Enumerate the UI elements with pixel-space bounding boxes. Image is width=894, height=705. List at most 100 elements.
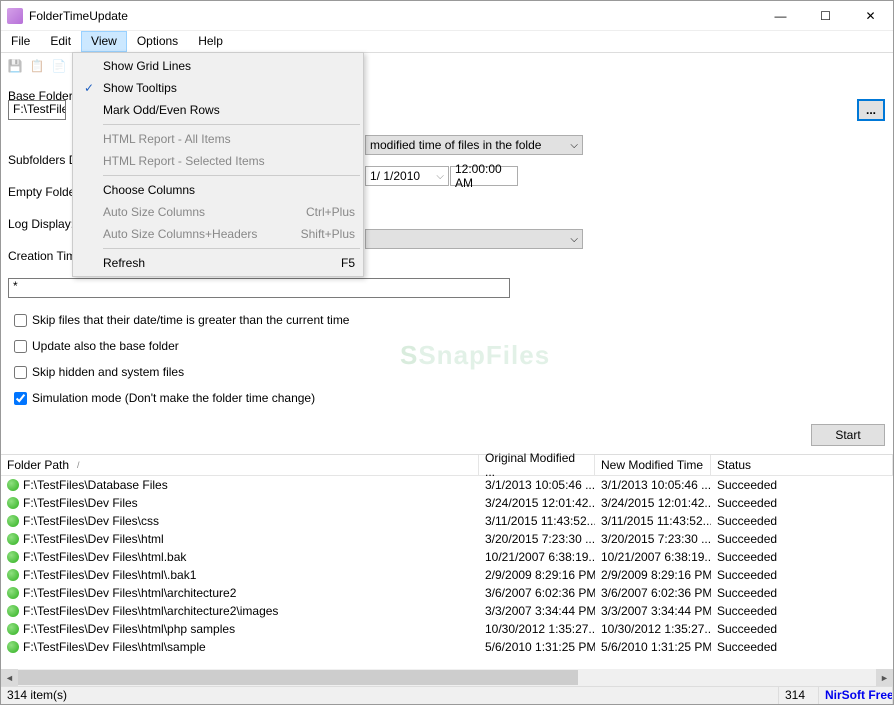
- close-button[interactable]: ✕: [848, 1, 893, 31]
- menu-html-report-selected[interactable]: HTML Report - Selected Items: [75, 150, 361, 172]
- start-button[interactable]: Start: [811, 424, 885, 446]
- skip-hidden-checkbox[interactable]: [14, 366, 27, 379]
- wildcard-input[interactable]: *: [8, 278, 510, 298]
- status-ok-icon: [7, 569, 19, 581]
- cell-original: 3/1/2013 10:05:46 ...: [479, 478, 595, 492]
- menu-view[interactable]: View: [81, 31, 127, 52]
- window-title: FolderTimeUpdate: [29, 9, 758, 23]
- status-item-count: 314 item(s): [1, 687, 779, 704]
- scroll-thumb[interactable]: [18, 670, 578, 685]
- skip-future-label: Skip files that their date/time is great…: [32, 313, 349, 327]
- scroll-left-icon[interactable]: ◄: [1, 669, 18, 686]
- list-row[interactable]: F:\TestFiles\Dev Files\html.bak 10/21/200…: [1, 548, 893, 566]
- status-ok-icon: [7, 641, 19, 653]
- menu-choose-columns[interactable]: Choose Columns: [75, 179, 361, 201]
- titlebar: FolderTimeUpdate — ☐ ✕: [1, 1, 893, 31]
- sort-indicator-icon: /: [77, 460, 80, 470]
- menu-html-report-all[interactable]: HTML Report - All Items: [75, 128, 361, 150]
- menu-auto-size-columns[interactable]: Auto Size ColumnsCtrl+Plus: [75, 201, 361, 223]
- list-row[interactable]: F:\TestFiles\Dev Files\html\architecture…: [1, 584, 893, 602]
- cell-path: F:\TestFiles\Dev Files\html.bak: [1, 550, 479, 564]
- status-ok-icon: [7, 587, 19, 599]
- menu-show-tooltips[interactable]: ✓Show Tooltips: [75, 77, 361, 99]
- status-ok-icon: [7, 497, 19, 509]
- simulation-checkbox[interactable]: [14, 392, 27, 405]
- cell-status: Succeeded: [711, 640, 893, 654]
- save-icon[interactable]: 💾: [5, 56, 25, 76]
- cell-new: 3/11/2015 11:43:52...: [595, 514, 711, 528]
- cell-original: 3/3/2007 3:34:44 PM: [479, 604, 595, 618]
- log-display-label: Log Display:: [8, 217, 74, 231]
- statusbar: 314 item(s) 314 NirSoft Freeware. http: [1, 686, 893, 704]
- maximize-button[interactable]: ☐: [803, 1, 848, 31]
- status-ok-icon: [7, 551, 19, 563]
- menu-auto-size-headers[interactable]: Auto Size Columns+HeadersShift+Plus: [75, 223, 361, 245]
- cell-original: 3/6/2007 6:02:36 PM: [479, 586, 595, 600]
- date-input[interactable]: 1/ 1/2010: [365, 166, 449, 186]
- menu-mark-odd-even[interactable]: Mark Odd/Even Rows: [75, 99, 361, 121]
- list-row[interactable]: F:\TestFiles\Dev Files\html\php samples1…: [1, 620, 893, 638]
- cell-new: 3/6/2007 6:02:36 PM: [595, 586, 711, 600]
- cell-status: Succeeded: [711, 532, 893, 546]
- simulation-label: Simulation mode (Don't make the folder t…: [32, 391, 315, 405]
- set-time-combo[interactable]: modified time of files in the folde: [365, 135, 583, 155]
- header-original-modified[interactable]: Original Modified ...: [479, 455, 595, 475]
- header-new-modified[interactable]: New Modified Time: [595, 455, 711, 475]
- cell-new: 3/20/2015 7:23:30 ...: [595, 532, 711, 546]
- status-link[interactable]: NirSoft Freeware. http: [819, 687, 893, 704]
- cell-status: Succeeded: [711, 586, 893, 600]
- list-row[interactable]: F:\TestFiles\Dev Files3/24/2015 12:01:42…: [1, 494, 893, 512]
- properties-icon[interactable]: 📄: [49, 56, 69, 76]
- cell-path: F:\TestFiles\Dev Files\html\.bak1: [1, 568, 479, 582]
- skip-future-checkbox[interactable]: [14, 314, 27, 327]
- list-row[interactable]: F:\TestFiles\Dev Files\css3/11/2015 11:4…: [1, 512, 893, 530]
- status-ok-icon: [7, 479, 19, 491]
- menu-edit[interactable]: Edit: [40, 31, 81, 52]
- menu-show-grid-lines[interactable]: Show Grid Lines: [75, 55, 361, 77]
- cell-new: 10/21/2007 6:38:19...: [595, 550, 711, 564]
- cell-status: Succeeded: [711, 514, 893, 528]
- status-ok-icon: [7, 533, 19, 545]
- status-ok-icon: [7, 515, 19, 527]
- update-base-checkbox[interactable]: [14, 340, 27, 353]
- cell-new: 2/9/2009 8:29:16 PM: [595, 568, 711, 582]
- menu-help[interactable]: Help: [188, 31, 233, 52]
- menubar: File Edit View Options Help: [1, 31, 893, 53]
- list-row[interactable]: F:\TestFiles\Database Files3/1/2013 10:0…: [1, 476, 893, 494]
- cell-path: F:\TestFiles\Dev Files\html\architecture…: [1, 604, 479, 618]
- empty-folders-label: Empty Folder: [8, 185, 79, 199]
- menu-separator: [103, 175, 360, 176]
- cell-original: 3/24/2015 12:01:42...: [479, 496, 595, 510]
- header-folder-path[interactable]: Folder Path/: [1, 455, 479, 475]
- list-row[interactable]: F:\TestFiles\Dev Files\html\sample5/6/20…: [1, 638, 893, 656]
- check-icon: ✓: [81, 81, 97, 95]
- cell-original: 3/11/2015 11:43:52...: [479, 514, 595, 528]
- view-dropdown: Show Grid Lines ✓Show Tooltips Mark Odd/…: [72, 52, 364, 277]
- scroll-right-icon[interactable]: ►: [876, 669, 893, 686]
- creation-time-combo[interactable]: [365, 229, 583, 249]
- base-folder-input[interactable]: F:\TestFiles: [8, 100, 66, 120]
- cell-status: Succeeded: [711, 604, 893, 618]
- menu-options[interactable]: Options: [127, 31, 188, 52]
- cell-status: Succeeded: [711, 496, 893, 510]
- skip-hidden-label: Skip hidden and system files: [32, 365, 184, 379]
- list-row[interactable]: F:\TestFiles\Dev Files\html\architecture…: [1, 602, 893, 620]
- minimize-button[interactable]: —: [758, 1, 803, 31]
- watermark: SSnapFiles: [400, 340, 550, 371]
- list-row[interactable]: F:\TestFiles\Dev Files\html3/20/2015 7:2…: [1, 530, 893, 548]
- list-body[interactable]: F:\TestFiles\Database Files3/1/2013 10:0…: [1, 476, 893, 669]
- status-number: 314: [779, 687, 819, 704]
- browse-button[interactable]: ...: [857, 99, 885, 121]
- time-input[interactable]: 12:00:00 AM: [450, 166, 518, 186]
- copy-icon[interactable]: 📋: [27, 56, 47, 76]
- list-row[interactable]: F:\TestFiles\Dev Files\html\.bak12/9/200…: [1, 566, 893, 584]
- cell-new: 3/24/2015 12:01:42...: [595, 496, 711, 510]
- menu-refresh[interactable]: RefreshF5: [75, 252, 361, 274]
- cell-original: 5/6/2010 1:31:25 PM: [479, 640, 595, 654]
- menu-file[interactable]: File: [1, 31, 40, 52]
- cell-new: 5/6/2010 1:31:25 PM: [595, 640, 711, 654]
- horizontal-scrollbar[interactable]: ◄ ►: [1, 669, 893, 686]
- header-status[interactable]: Status: [711, 455, 893, 475]
- cell-original: 2/9/2009 8:29:16 PM: [479, 568, 595, 582]
- cell-path: F:\TestFiles\Dev Files\css: [1, 514, 479, 528]
